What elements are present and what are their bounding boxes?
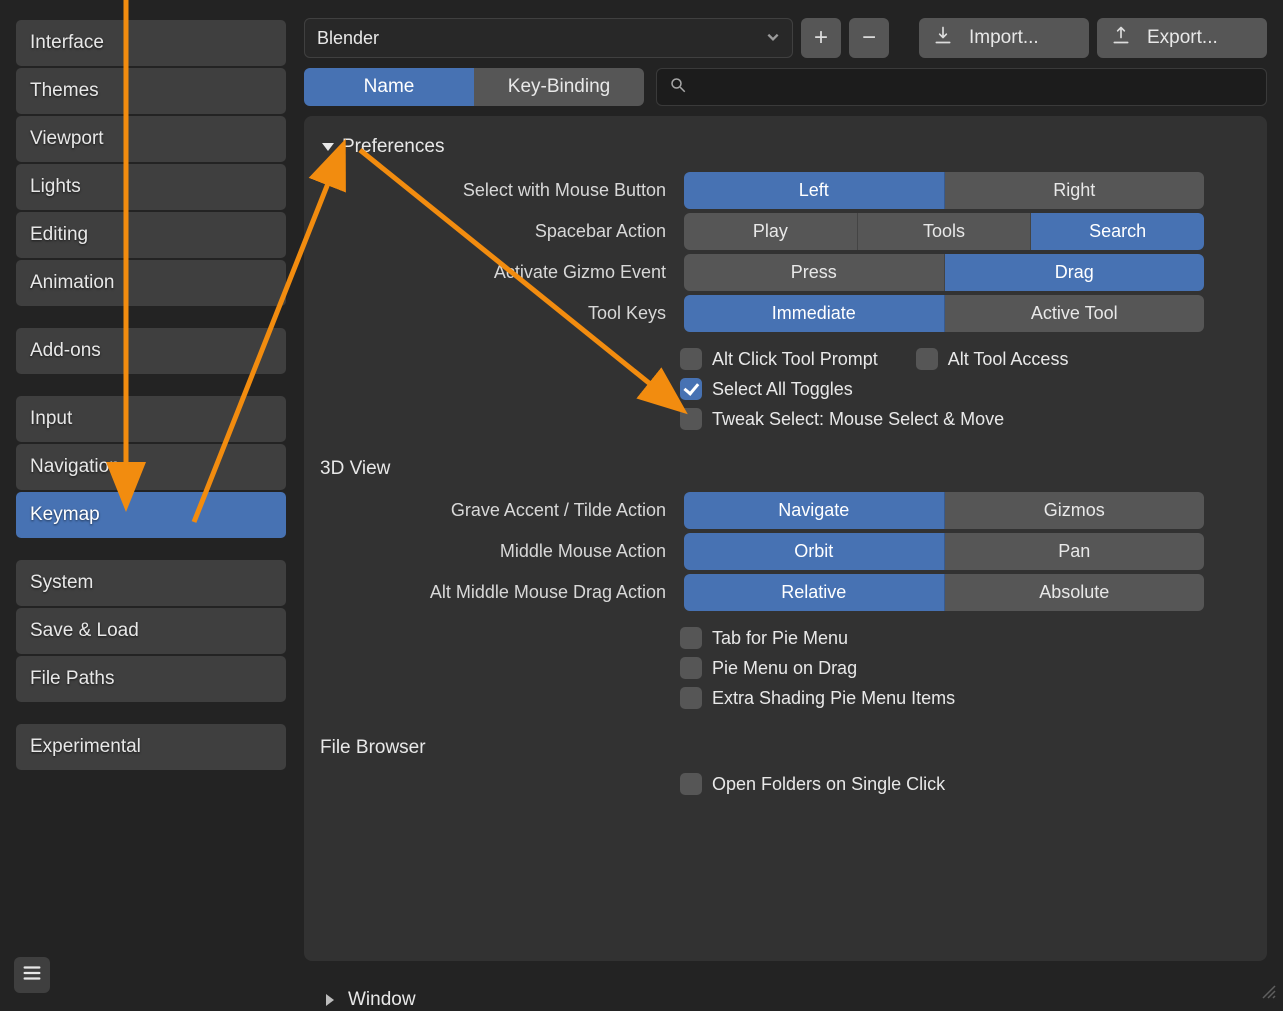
segmented-grave: NavigateGizmos (684, 492, 1204, 529)
keymap-panel: Preferences Select with Mouse Button Left… (304, 116, 1267, 961)
sidebar-item-viewport[interactable]: Viewport (16, 116, 286, 162)
checkbox-tweak-select[interactable] (680, 408, 702, 430)
checkbox-pie-menu-on-drag[interactable] (680, 657, 702, 679)
export-label: Export... (1147, 27, 1218, 49)
segmented-toolkeys: ImmediateActive Tool (684, 295, 1204, 332)
sidebar: InterfaceThemesViewportLightsEditingAnim… (0, 4, 286, 1011)
option-gizmo-drag[interactable]: Drag (945, 254, 1205, 291)
checkbox-alt-click-tool-prompt[interactable] (680, 348, 702, 370)
main-area: Blender + − Import... (290, 4, 1283, 1011)
option-spacebar-search[interactable]: Search (1031, 213, 1204, 250)
checkbox-alt-tool-access[interactable] (916, 348, 938, 370)
option-toolkeys-immediate[interactable]: Immediate (684, 295, 945, 332)
section-title-file-browser: File Browser (310, 729, 1261, 769)
keymap-preset-label: Blender (317, 28, 379, 49)
sidebar-item-add-ons[interactable]: Add-ons (16, 328, 286, 374)
preset-add-button[interactable]: + (801, 18, 841, 58)
resize-grip-icon[interactable] (1261, 984, 1277, 1005)
sidebar-item-navigation[interactable]: Navigation (16, 444, 286, 490)
import-icon (933, 25, 953, 51)
disclosure-window[interactable] (326, 994, 334, 1006)
search-input[interactable] (697, 77, 1254, 98)
option-grave-navigate[interactable]: Navigate (684, 492, 945, 529)
option-spacebar-tools[interactable]: Tools (858, 213, 1032, 250)
sidebar-item-animation[interactable]: Animation (16, 260, 286, 306)
row-label-select_mouse: Select with Mouse Button (316, 180, 666, 201)
option-select_mouse-right[interactable]: Right (945, 172, 1205, 209)
label-select-all-toggles: Select All Toggles (712, 379, 853, 400)
hamburger-menu-button[interactable] (14, 957, 50, 993)
import-label: Import... (969, 27, 1039, 49)
sidebar-item-save-load[interactable]: Save & Load (16, 608, 286, 654)
segmented-spacebar: PlayToolsSearch (684, 213, 1204, 250)
hamburger-icon (21, 962, 43, 989)
sidebar-item-experimental[interactable]: Experimental (16, 724, 286, 770)
sidebar-item-editing[interactable]: Editing (16, 212, 286, 258)
label-open-folders-single-click: Open Folders on Single Click (712, 774, 945, 795)
preset-remove-button[interactable]: − (849, 18, 889, 58)
option-grave-gizmos[interactable]: Gizmos (945, 492, 1205, 529)
checkbox-extra-shading-pie[interactable] (680, 687, 702, 709)
sidebar-item-input[interactable]: Input (16, 396, 286, 442)
filter-tabs: Name Key-Binding (304, 68, 644, 106)
segmented-mmb: OrbitPan (684, 533, 1204, 570)
search-box[interactable] (656, 68, 1267, 106)
label-alt-tool-access: Alt Tool Access (948, 349, 1069, 370)
section-title-window: Window (348, 989, 416, 1011)
segmented-gizmo: PressDrag (684, 254, 1204, 291)
search-icon (669, 76, 687, 99)
sidebar-item-keymap[interactable]: Keymap (16, 492, 286, 538)
sidebar-item-themes[interactable]: Themes (16, 68, 286, 114)
option-altmmb-relative[interactable]: Relative (684, 574, 945, 611)
sidebar-item-interface[interactable]: Interface (16, 20, 286, 66)
tab-name[interactable]: Name (304, 68, 474, 106)
export-button[interactable]: Export... (1097, 18, 1267, 58)
row-label-spacebar: Spacebar Action (316, 221, 666, 242)
segmented-select_mouse: LeftRight (684, 172, 1204, 209)
row-label-toolkeys: Tool Keys (316, 303, 666, 324)
sidebar-item-file-paths[interactable]: File Paths (16, 656, 286, 702)
section-title-3d-view: 3D View (310, 450, 1261, 490)
option-select_mouse-left[interactable]: Left (684, 172, 945, 209)
keymap-preset-select[interactable]: Blender (304, 18, 793, 58)
tab-key-binding[interactable]: Key-Binding (474, 68, 644, 106)
row-label-mmb: Middle Mouse Action (316, 541, 666, 562)
row-label-altmmb: Alt Middle Mouse Drag Action (316, 582, 666, 603)
export-icon (1111, 25, 1131, 51)
disclosure-preferences[interactable] (322, 143, 334, 151)
row-label-grave: Grave Accent / Tilde Action (316, 500, 666, 521)
sidebar-item-system[interactable]: System (16, 560, 286, 606)
import-button[interactable]: Import... (919, 18, 1089, 58)
option-toolkeys-active-tool[interactable]: Active Tool (945, 295, 1205, 332)
label-tab-for-pie-menu: Tab for Pie Menu (712, 628, 848, 649)
section-title-preferences: Preferences (342, 136, 444, 158)
minus-icon: − (862, 24, 876, 52)
label-alt-click-tool-prompt: Alt Click Tool Prompt (712, 349, 878, 370)
label-extra-shading-pie: Extra Shading Pie Menu Items (712, 688, 955, 709)
option-spacebar-play[interactable]: Play (684, 213, 858, 250)
option-mmb-pan[interactable]: Pan (945, 533, 1205, 570)
label-pie-menu-on-drag: Pie Menu on Drag (712, 658, 857, 679)
checkbox-select-all-toggles[interactable] (680, 378, 702, 400)
chevron-down-icon (766, 28, 780, 49)
sidebar-item-lights[interactable]: Lights (16, 164, 286, 210)
label-tweak-select: Tweak Select: Mouse Select & Move (712, 409, 1004, 430)
option-altmmb-absolute[interactable]: Absolute (945, 574, 1205, 611)
option-mmb-orbit[interactable]: Orbit (684, 533, 945, 570)
checkbox-open-folders-single-click[interactable] (680, 773, 702, 795)
row-label-gizmo: Activate Gizmo Event (316, 262, 666, 283)
checkbox-tab-for-pie-menu[interactable] (680, 627, 702, 649)
segmented-altmmb: RelativeAbsolute (684, 574, 1204, 611)
option-gizmo-press[interactable]: Press (684, 254, 945, 291)
plus-icon: + (814, 24, 828, 52)
